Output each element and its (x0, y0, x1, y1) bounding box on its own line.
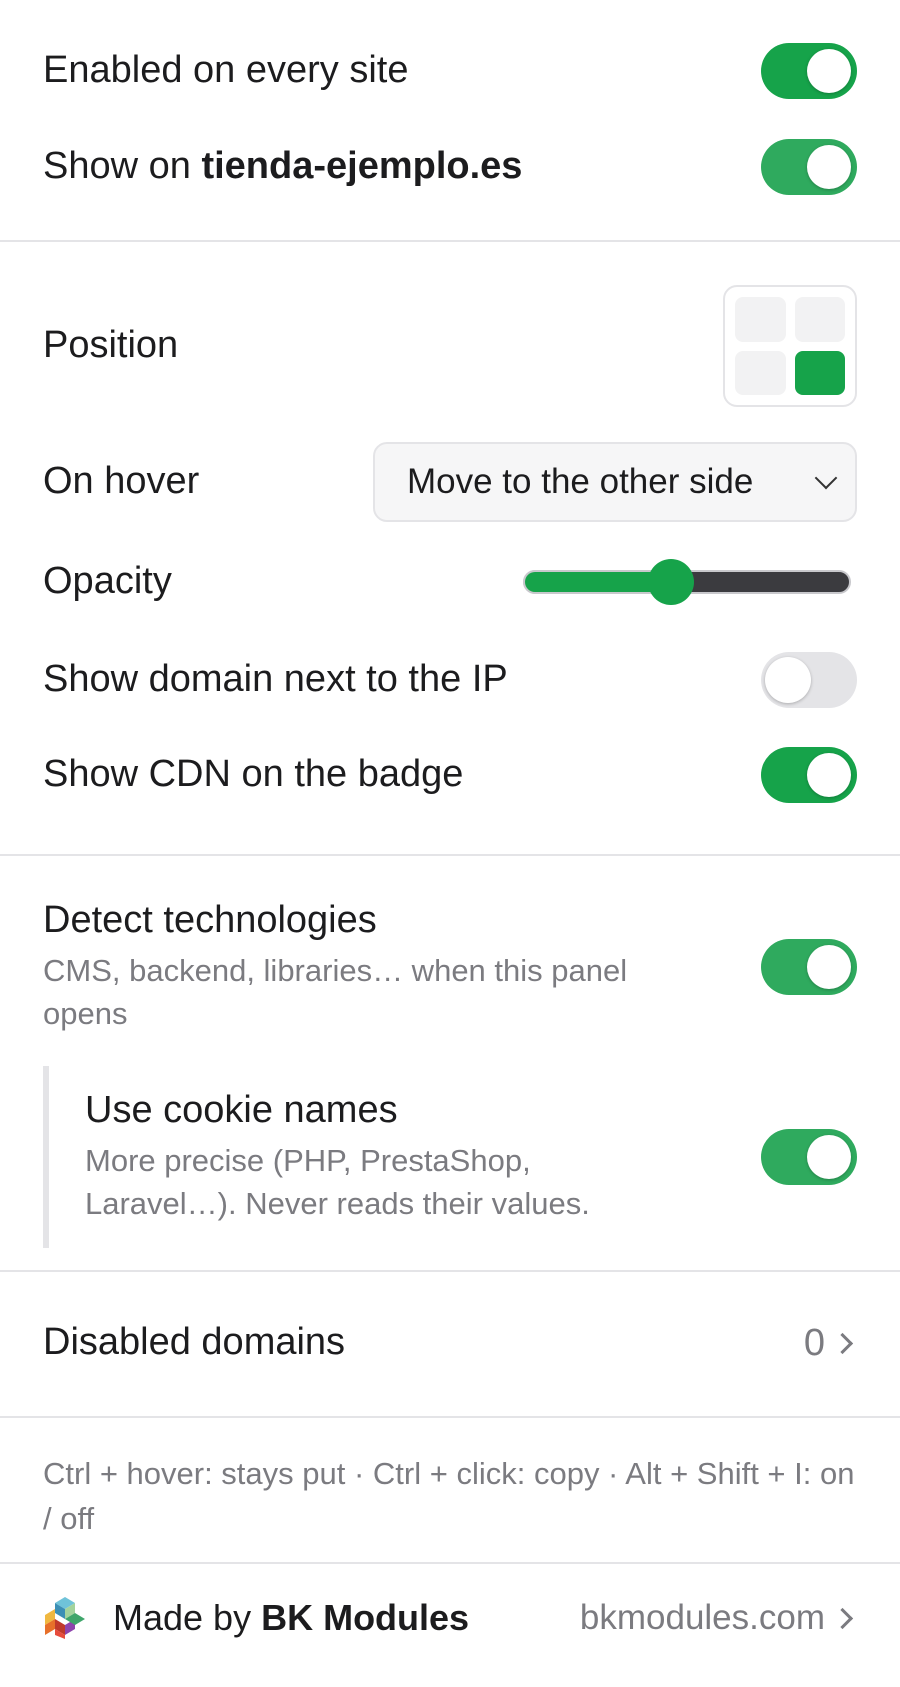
show-domain-label: Show domain next to the IP (43, 658, 508, 701)
shortcuts-hint: Ctrl + hover: stays put · Ctrl + click: … (43, 1456, 855, 1536)
appearance-section: Position On hover Move to the other side… (0, 242, 900, 856)
detect-tech-label: Detect technologies (43, 899, 377, 942)
enabled-toggle[interactable] (761, 43, 857, 99)
chevron-down-icon (811, 467, 841, 497)
show-on-site-row: Show on tienda-ejemplo.es (43, 136, 857, 198)
chevron-right-icon (835, 1328, 857, 1358)
toggle-knob (765, 657, 811, 703)
position-bottom-right[interactable] (794, 350, 845, 395)
cookie-names-description: More precise (PHP, PrestaShop, Laravel…)… (85, 1143, 590, 1221)
toggle-knob (807, 753, 851, 797)
made-by-name: BK Modules (261, 1597, 470, 1638)
enabled-label: Enabled on every site (43, 49, 409, 92)
show-on-prefix: Show on (43, 145, 202, 188)
count-value: 0 (803, 1321, 825, 1364)
made-by-prefix: Made by (113, 1597, 262, 1638)
show-on-site-label: Show on tienda-ejemplo.es (43, 144, 522, 190)
show-cdn-toggle[interactable] (761, 747, 857, 803)
position-bottom-left[interactable] (735, 350, 786, 395)
cookie-names-text: Use cookie names More precise (PHP, Pres… (85, 1088, 665, 1225)
show-domain-row: Show domain next to the IP (43, 649, 857, 711)
position-top-right[interactable] (794, 297, 845, 342)
website-text: bkmodules.com (579, 1598, 825, 1637)
chevron-right-icon (835, 1603, 857, 1633)
cookie-names-label: Use cookie names (85, 1089, 398, 1132)
footer-row: Made by BK Modules bkmodules.com (43, 1588, 857, 1648)
website-link[interactable]: bkmodules.com (580, 1598, 857, 1638)
show-domain-toggle[interactable] (761, 652, 857, 708)
general-section: Enabled on every site Show on tienda-eje… (0, 0, 900, 242)
position-row: Position (43, 284, 857, 408)
detect-tech-text: Detect technologies CMS, backend, librar… (43, 898, 683, 1035)
show-on-site-toggle[interactable] (761, 139, 857, 195)
toggle-knob (807, 1135, 851, 1179)
opacity-row: Opacity (43, 552, 857, 612)
show-cdn-label: Show CDN on the badge (43, 753, 464, 796)
show-cdn-row: Show CDN on the badge (43, 744, 857, 806)
shortcuts-section: Ctrl + hover: stays put · Ctrl + click: … (0, 1418, 900, 1564)
footer: Made by BK Modules bkmodules.com (0, 1564, 900, 1674)
toggle-knob (807, 945, 851, 989)
position-picker (723, 285, 857, 407)
detect-tech-description: CMS, backend, libraries… when this panel… (43, 953, 628, 1031)
on-hover-value: Move to the other side (407, 462, 754, 501)
opacity-slider[interactable] (523, 559, 851, 605)
current-domain: tienda-ejemplo.es (201, 145, 523, 188)
enabled-row: Enabled on every site (43, 40, 857, 102)
opacity-label: Opacity (43, 560, 172, 603)
on-hover-select[interactable]: Move to the other side (373, 442, 857, 522)
cookie-names-toggle[interactable] (761, 1129, 857, 1185)
detect-tech-row: Detect technologies CMS, backend, librar… (43, 899, 857, 1032)
made-by-link[interactable]: Made by BK Modules (43, 1595, 469, 1641)
position-top-left[interactable] (735, 297, 786, 342)
bk-modules-logo-icon (45, 1597, 85, 1639)
toggle-knob (807, 145, 851, 189)
disabled-domains-label: Disabled domains (43, 1321, 346, 1364)
slider-thumb[interactable] (647, 559, 694, 605)
disabled-domains-section: Disabled domains 0 (0, 1272, 900, 1418)
toggle-knob (807, 49, 851, 93)
disabled-domains-count: 0 (804, 1322, 857, 1365)
position-label: Position (43, 324, 179, 367)
cookie-names-row: Use cookie names More precise (PHP, Pres… (43, 1066, 857, 1248)
disabled-domains-row[interactable]: Disabled domains 0 (43, 1312, 857, 1374)
on-hover-label: On hover (43, 460, 200, 503)
detect-tech-toggle[interactable] (761, 939, 857, 995)
detection-section: Detect technologies CMS, backend, librar… (0, 856, 900, 1272)
on-hover-row: On hover Move to the other side (43, 442, 857, 522)
made-by-text: Made by BK Modules (113, 1597, 469, 1639)
